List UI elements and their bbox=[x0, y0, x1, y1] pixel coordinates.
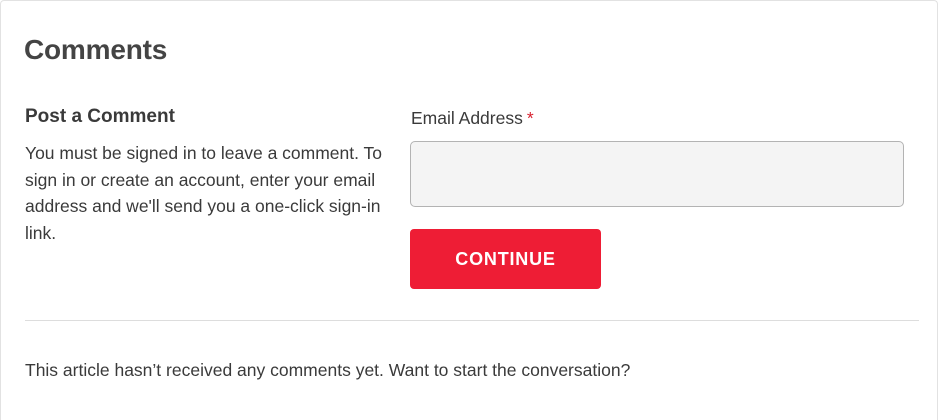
divider bbox=[25, 320, 919, 321]
continue-button[interactable]: CONTINUE bbox=[410, 229, 601, 289]
comments-title: Comments bbox=[24, 34, 168, 65]
post-comment-title: Post a Comment bbox=[25, 106, 175, 127]
sign-in-instructions: You must be signed in to leave a comment… bbox=[25, 143, 383, 243]
email-label-text: Email Address bbox=[411, 108, 523, 128]
comments-section: Comments Post a Comment You must be sign… bbox=[0, 0, 938, 420]
required-asterisk: * bbox=[526, 108, 534, 128]
email-input[interactable] bbox=[410, 141, 904, 207]
email-label: Email Address * bbox=[411, 108, 534, 129]
no-comments-message: This article hasn’t received any comment… bbox=[25, 360, 631, 380]
